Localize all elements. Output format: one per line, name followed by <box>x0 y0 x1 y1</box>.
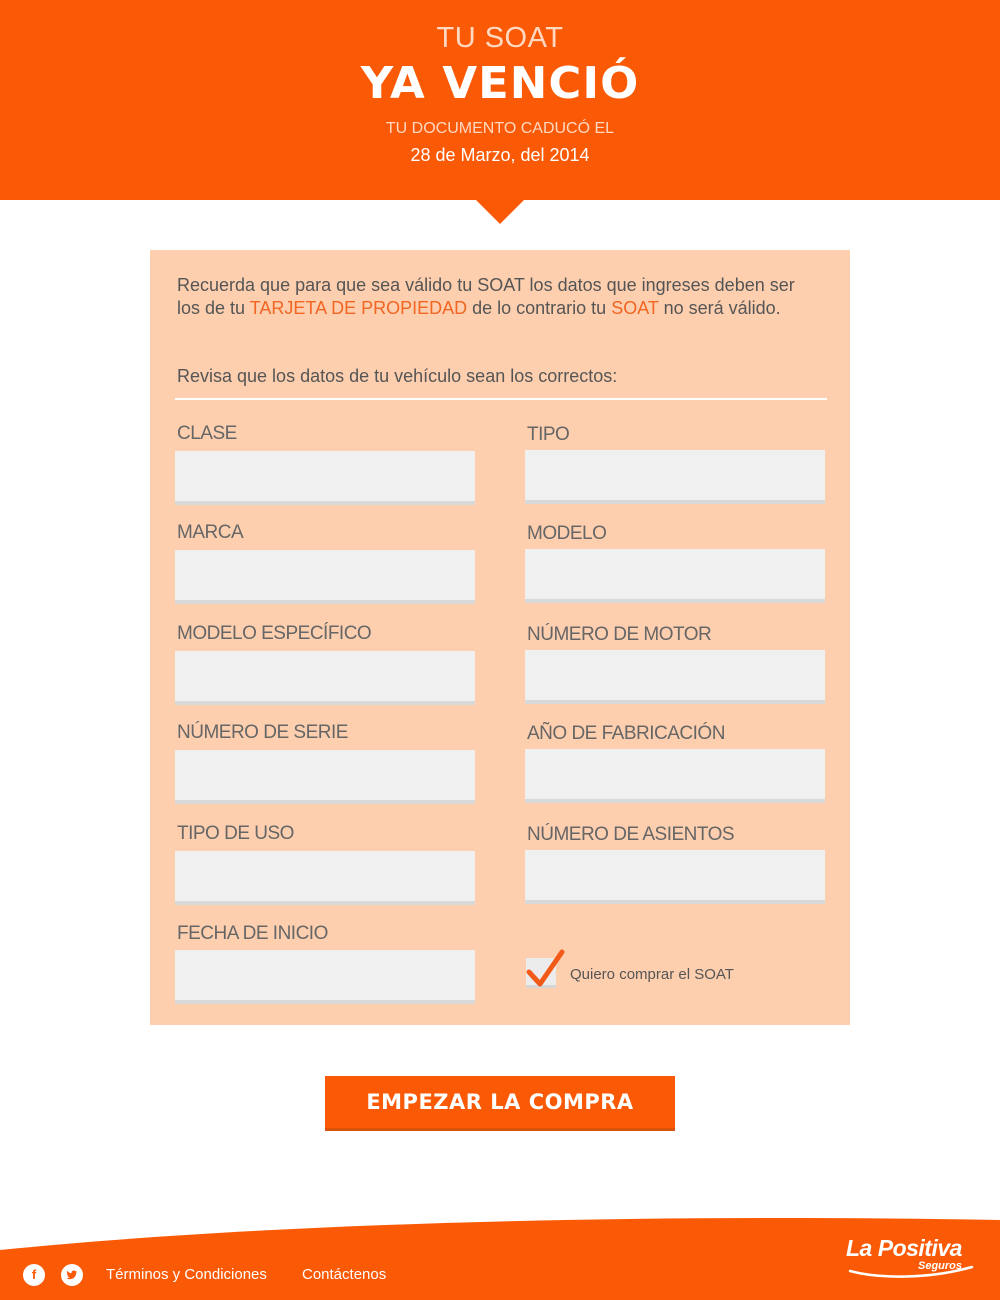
fecha-inicio-label: FECHA DE INICIO <box>177 923 328 944</box>
marca-label: MARCA <box>177 522 244 543</box>
modelo-field[interactable] <box>525 549 825 603</box>
intro-highlight-tarjeta: TARJETA DE PROPIEDAD <box>249 298 468 318</box>
twitter-icon[interactable] <box>61 1264 83 1286</box>
intro-text-part: de lo contrario tu <box>467 298 612 318</box>
numero-motor-label: NÚMERO DE MOTOR <box>527 624 712 645</box>
marca-field[interactable] <box>175 550 475 604</box>
empezar-compra-button[interactable]: EMPEZAR LA COMPRA <box>325 1076 675 1131</box>
modelo-especifico-label: MODELO ESPECÍFICO <box>177 623 372 644</box>
twitter-bird-glyph <box>66 1270 77 1280</box>
footer-link-contactenos[interactable]: Contáctenos <box>302 1266 386 1283</box>
numero-serie-field[interactable] <box>175 750 475 804</box>
tipo-uso-field[interactable] <box>175 851 475 905</box>
numero-asientos-field[interactable] <box>525 850 825 904</box>
header-expiry-date: 28 de Marzo, del 2014 <box>410 145 590 165</box>
intro-text-part: no será válido. <box>658 298 781 318</box>
divider <box>175 398 827 400</box>
clase-field[interactable] <box>175 451 475 505</box>
comprar-soat-label[interactable]: Quiero comprar el SOAT <box>570 966 734 983</box>
header-banner: TU SOAT YA VENCIÓ TU DOCUMENTO CADUCÓ EL… <box>0 0 1000 200</box>
tipo-uso-label: TIPO DE USO <box>177 823 294 844</box>
logo-swoosh-icon <box>848 1265 974 1278</box>
modelo-label: MODELO <box>527 523 607 544</box>
header-line1: TU SOAT <box>436 22 564 54</box>
numero-motor-field[interactable] <box>525 650 825 704</box>
modelo-especifico-field[interactable] <box>175 651 475 705</box>
intro-text: Recuerda que para que sea válido tu SOAT… <box>177 274 817 320</box>
vehicle-form-panel: Recuerda que para que sea válido tu SOAT… <box>150 250 850 1025</box>
intro-highlight-soat: SOAT <box>611 298 659 318</box>
la-positiva-logo: La Positiva Seguros <box>840 1235 985 1285</box>
clase-label: CLASE <box>177 423 237 444</box>
footer-link-terminos[interactable]: Términos y Condiciones <box>106 1266 267 1283</box>
header-notch <box>475 199 525 224</box>
header-headline: YA VENCIÓ <box>360 58 640 109</box>
tipo-label: TIPO <box>527 424 570 445</box>
tipo-field[interactable] <box>525 450 825 504</box>
numero-serie-label: NÚMERO DE SERIE <box>177 722 348 743</box>
facebook-icon[interactable]: f <box>23 1264 45 1286</box>
numero-asientos-label: NÚMERO DE ASIENTOS <box>527 824 735 845</box>
anio-fabricacion-label: AÑO DE FABRICACIÓN <box>527 723 725 744</box>
fecha-inicio-field[interactable] <box>175 950 475 1004</box>
anio-fabricacion-field[interactable] <box>525 749 825 803</box>
checkmark-icon <box>526 949 565 987</box>
review-instruction: Revisa que los datos de tu vehículo sean… <box>177 366 618 386</box>
comprar-soat-checkbox[interactable] <box>526 949 565 988</box>
header-expiry-caption: TU DOCUMENTO CADUCÓ EL <box>385 120 615 137</box>
